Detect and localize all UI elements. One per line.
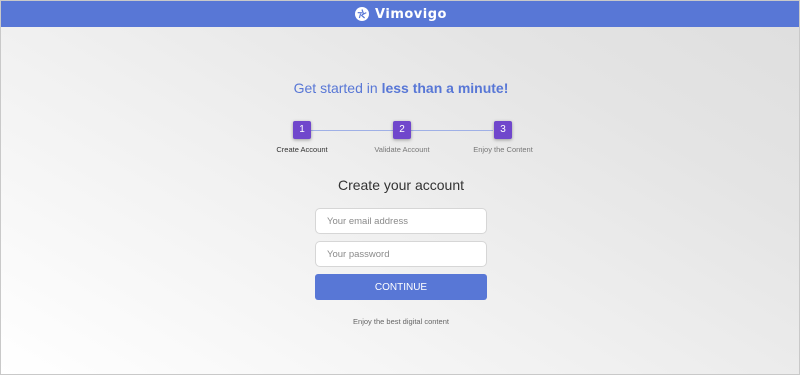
step-validate-account: 2 Validate Account <box>357 121 447 154</box>
email-field[interactable] <box>315 208 487 234</box>
brand[interactable]: Vimovigo <box>355 7 447 22</box>
step-enjoy-content: 3 Enjoy the Content <box>458 121 548 154</box>
tagline: Enjoy the best digital content <box>353 317 449 326</box>
top-bar: Vimovigo <box>1 1 799 27</box>
headline: Get started in less than a minute! <box>1 80 799 96</box>
step-label: Create Account <box>276 145 328 154</box>
step-label: Validate Account <box>374 145 430 154</box>
password-field[interactable] <box>315 241 487 267</box>
step-number: 3 <box>494 121 512 139</box>
headline-prefix: Get started in <box>293 80 382 96</box>
step-create-account: 1 Create Account <box>257 121 347 154</box>
brand-name: Vimovigo <box>375 6 447 22</box>
headline-emphasis: less than a minute! <box>381 80 509 96</box>
page-frame: Vimovigo Get started in less than a minu… <box>0 0 800 375</box>
signup-stepper: 1 Create Account 2 Validate Account 3 En… <box>1 121 799 161</box>
form-title: Create your account <box>337 177 465 193</box>
step-number: 1 <box>293 121 311 139</box>
step-label: Enjoy the Content <box>473 145 533 154</box>
aperture-icon <box>355 7 370 21</box>
step-number: 2 <box>393 121 411 139</box>
continue-button[interactable]: CONTINUE <box>315 274 487 300</box>
